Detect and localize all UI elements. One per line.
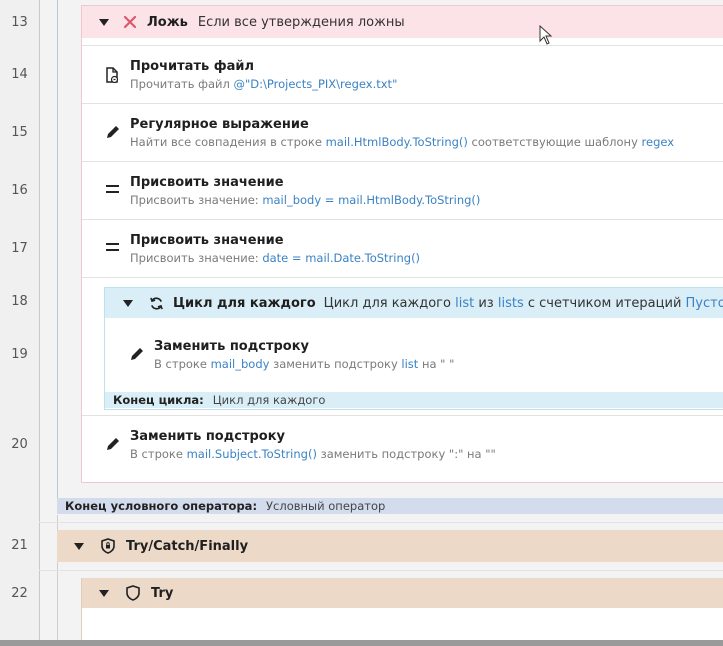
- file-read-icon: [104, 66, 120, 84]
- row-divider: [82, 277, 723, 278]
- try-catch-header[interactable]: Try/Catch/Finally: [57, 530, 723, 562]
- row-divider: [39, 522, 723, 523]
- try-title: Try: [151, 585, 174, 601]
- line-number: 15: [11, 125, 28, 140]
- row-divider: [39, 570, 723, 571]
- loop-title: Цикл для каждого: [173, 295, 316, 311]
- line-number: 17: [11, 241, 28, 256]
- line-number: 22: [11, 586, 28, 601]
- action-row-regex[interactable]: Регулярное выражение Найти все совпадени…: [82, 104, 723, 161]
- pencil-icon: [128, 345, 146, 363]
- action-subtitle: В строке mail.Subject.ToString() заменит…: [130, 447, 496, 461]
- shield-lock-icon: [100, 538, 116, 554]
- collapse-triangle-icon[interactable]: [99, 18, 109, 26]
- false-branch-desc: Если все утверждения ложны: [197, 14, 405, 30]
- false-x-icon: [123, 15, 137, 29]
- action-title: Регулярное выражение: [130, 117, 309, 132]
- action-title: Присвоить значение: [130, 233, 284, 248]
- line-number: 16: [11, 183, 28, 198]
- action-title: Присвоить значение: [130, 175, 284, 190]
- horizontal-scrollbar[interactable]: [0, 640, 723, 646]
- line-number: 14: [11, 67, 28, 82]
- collapse-triangle-icon[interactable]: [123, 299, 133, 307]
- loop-end-value: Цикл для каждого: [212, 393, 326, 407]
- action-subtitle: Присвоить значение: date = mail.Date.ToS…: [130, 251, 421, 265]
- action-row-replace[interactable]: Заменить подстроку В строке mail_body за…: [105, 320, 723, 390]
- action-subtitle: Найти все совпадения в строке mail.HtmlB…: [130, 135, 675, 149]
- collapse-triangle-icon[interactable]: [99, 589, 109, 597]
- action-subtitle: Прочитать файл @"D:\Projects_PIX\regex.t…: [130, 77, 398, 91]
- equals-icon: [105, 242, 119, 252]
- action-row-assign[interactable]: Присвоить значение Присвоить значение: m…: [82, 162, 723, 219]
- action-subtitle: В строке mail_body заменить подстроку li…: [154, 357, 455, 371]
- conditional-end-value: Условный оператор: [266, 499, 386, 513]
- pencil-icon: [104, 123, 122, 141]
- loop-end-label: Конец цикла:: [113, 393, 204, 407]
- loop-desc: Цикл для каждого list из lists с счетчик…: [323, 295, 723, 311]
- line-number: 20: [11, 437, 28, 452]
- action-row-assign[interactable]: Присвоить значение Присвоить значение: d…: [82, 220, 723, 277]
- action-title: Заменить подстроку: [154, 339, 310, 354]
- loop-icon: [149, 295, 164, 311]
- equals-icon: [105, 184, 119, 194]
- collapse-triangle-icon[interactable]: [74, 542, 84, 550]
- action-row-read-file[interactable]: Прочитать файл Прочитать файл @"D:\Proje…: [82, 46, 723, 103]
- shield-icon: [125, 585, 141, 601]
- pencil-icon: [104, 435, 122, 453]
- foreach-loop-header[interactable]: Цикл для каждого Цикл для каждого list и…: [105, 288, 723, 318]
- loop-end-bar: Конец цикла: Цикл для каждого: [105, 392, 723, 408]
- action-subtitle: Присвоить значение: mail_body = mail.Htm…: [130, 193, 481, 207]
- conditional-end-label: Конец условного оператора:: [65, 499, 258, 513]
- line-number: 21: [11, 538, 28, 553]
- line-number: 13: [11, 15, 28, 30]
- action-title: Заменить подстроку: [130, 429, 286, 444]
- try-catch-title: Try/Catch/Finally: [126, 538, 249, 554]
- false-branch-label: Ложь: [147, 14, 188, 30]
- false-branch-header[interactable]: Ложь Если все утверждения ложны: [82, 6, 723, 38]
- line-number: 19: [11, 347, 28, 362]
- try-body: [82, 608, 723, 640]
- try-header[interactable]: Try: [82, 578, 723, 608]
- action-row-replace[interactable]: Заменить подстроку В строке mail.Subject…: [82, 416, 723, 476]
- action-title: Прочитать файл: [130, 59, 255, 74]
- conditional-end-bar: Конец условного оператора: Условный опер…: [57, 498, 723, 514]
- nesting-guide: [57, 0, 58, 500]
- line-number: 18: [11, 294, 28, 309]
